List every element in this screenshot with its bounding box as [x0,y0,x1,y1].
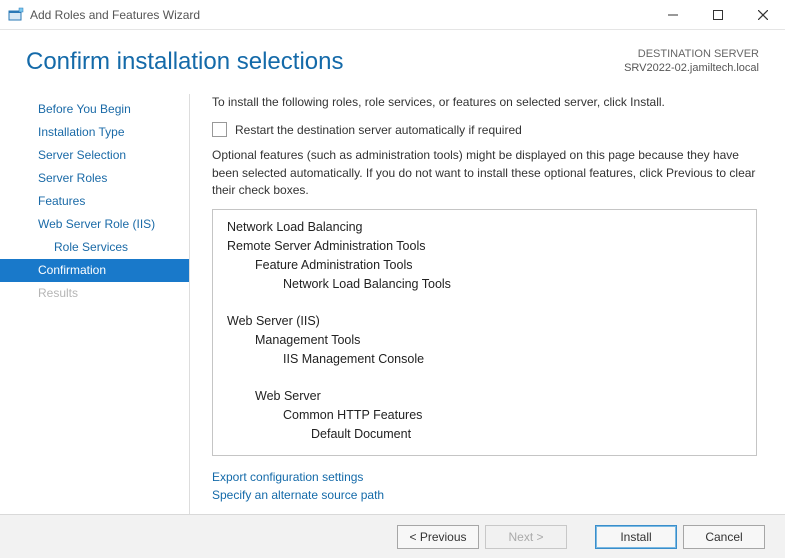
export-config-link[interactable]: Export configuration settings [212,468,757,486]
content-pane: To install the following roles, role ser… [190,94,785,514]
list-item: Default Document [227,425,742,444]
nav-item[interactable]: Before You Begin [0,98,189,121]
titlebar: Add Roles and Features Wizard [0,0,785,30]
cancel-button[interactable]: Cancel [683,525,765,549]
close-button[interactable] [740,0,785,30]
nav-item[interactable]: Installation Type [0,121,189,144]
nav-item[interactable]: Confirmation [0,259,189,282]
list-item [227,368,742,387]
nav-item[interactable]: Web Server Role (IIS) [0,213,189,236]
list-item: Feature Administration Tools [227,256,742,275]
list-item [227,293,742,312]
footer: < Previous Next > Install Cancel [0,514,785,558]
window-title: Add Roles and Features Wizard [30,8,200,22]
nav-item: Results [0,282,189,305]
page-title: Confirm installation selections [26,48,343,76]
previous-button[interactable]: < Previous [397,525,479,549]
list-item: Web Server (IIS) [227,312,742,331]
install-button[interactable]: Install [595,525,677,549]
nav-item[interactable]: Features [0,190,189,213]
minimize-button[interactable] [650,0,695,30]
list-item: Network Load Balancing Tools [227,275,742,294]
list-item: IIS Management Console [227,350,742,369]
list-item: Network Load Balancing [227,218,742,237]
destination-server-block: DESTINATION SERVER SRV2022-02.jamiltech.… [624,48,759,76]
optional-features-note: Optional features (such as administratio… [212,147,757,199]
instruction-text: To install the following roles, role ser… [212,94,757,110]
nav-item[interactable]: Server Selection [0,144,189,167]
selections-list[interactable]: Network Load BalancingRemote Server Admi… [212,209,757,456]
nav-item[interactable]: Server Roles [0,167,189,190]
list-item: Remote Server Administration Tools [227,237,742,256]
next-button: Next > [485,525,567,549]
restart-checkbox-label: Restart the destination server automatic… [235,123,522,137]
wizard-icon [8,7,24,23]
wizard-nav: Before You BeginInstallation TypeServer … [0,94,190,514]
list-item: Management Tools [227,331,742,350]
restart-checkbox-row[interactable]: Restart the destination server automatic… [212,122,757,137]
list-item: Common HTTP Features [227,406,742,425]
header: Confirm installation selections DESTINAT… [0,30,785,80]
nav-item[interactable]: Role Services [0,236,189,259]
restart-checkbox[interactable] [212,122,227,137]
destination-label: DESTINATION SERVER [624,48,759,62]
destination-server: SRV2022-02.jamiltech.local [624,62,759,76]
alt-source-link[interactable]: Specify an alternate source path [212,486,757,504]
list-item: Web Server [227,387,742,406]
maximize-button[interactable] [695,0,740,30]
